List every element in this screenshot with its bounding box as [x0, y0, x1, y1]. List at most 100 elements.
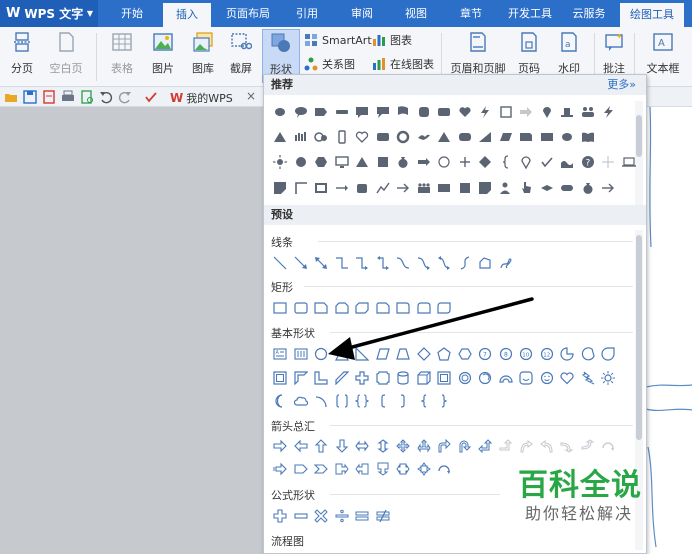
app-menu-button[interactable]: W WPS 文字 ▼: [0, 0, 98, 27]
quad-arrow-icon[interactable]: [393, 436, 414, 456]
shape-line[interactable]: [270, 253, 291, 273]
shape-audience[interactable]: [291, 127, 312, 147]
tab-drawing-tools[interactable]: 绘图工具: [620, 3, 684, 27]
print-preview-icon[interactable]: [80, 90, 94, 104]
shape-round-single-corner[interactable]: [393, 298, 414, 318]
shape-scribble[interactable]: [496, 253, 517, 273]
tab-cloud[interactable]: 云服务: [563, 0, 615, 27]
shape-donut[interactable]: [393, 127, 414, 147]
shape-block-arc[interactable]: [496, 368, 517, 388]
user-icon[interactable]: [496, 178, 517, 198]
close-tab-button[interactable]: ×: [246, 89, 256, 103]
shape-lightning-2[interactable]: [598, 102, 619, 122]
shape-triangle-2[interactable]: [434, 127, 455, 147]
smartart-button[interactable]: SmartArt: [304, 31, 372, 49]
shape-half-frame[interactable]: [537, 127, 558, 147]
blank-page-button[interactable]: 空白页: [44, 29, 88, 83]
multiply-sign-icon[interactable]: [311, 506, 332, 526]
shape-donut-basic[interactable]: [455, 368, 476, 388]
save-icon[interactable]: [23, 90, 37, 104]
shape-plaque[interactable]: [373, 368, 394, 388]
right-arrow-icon[interactable]: [270, 436, 291, 456]
equal-sign-icon[interactable]: [352, 506, 373, 526]
shape-no-symbol[interactable]: [475, 368, 496, 388]
shape-freeform[interactable]: [475, 253, 496, 273]
table-button[interactable]: 表格: [104, 29, 140, 83]
shape-left-brace[interactable]: [414, 391, 435, 411]
tab-page-layout[interactable]: 页面布局: [218, 0, 278, 27]
shape-curve[interactable]: [455, 253, 476, 273]
shape-sun[interactable]: [270, 152, 291, 172]
up-down-arrow-icon[interactable]: [373, 436, 394, 456]
shape-bird[interactable]: [414, 127, 435, 147]
shape-flat-rect[interactable]: [332, 102, 353, 122]
plus-icon[interactable]: [455, 152, 476, 172]
shape-curved-double-arrow[interactable]: [434, 253, 455, 273]
picture-button[interactable]: 图片: [144, 29, 182, 83]
shape-chord[interactable]: [578, 344, 599, 364]
shape-double-bracket[interactable]: [332, 391, 353, 411]
check-icon[interactable]: [537, 152, 558, 172]
shape-round-diagonal[interactable]: [434, 298, 455, 318]
shape-rectangle[interactable]: [270, 298, 291, 318]
shape-rounded-rect[interactable]: [434, 102, 455, 122]
shape-corner[interactable]: [291, 178, 312, 198]
shape-trend-line[interactable]: [373, 178, 394, 198]
shape-brace[interactable]: [496, 152, 517, 172]
left-arrow-callout-icon[interactable]: [352, 459, 373, 479]
shape-snip-round[interactable]: [373, 298, 394, 318]
shape-line-double-arrow[interactable]: [311, 253, 332, 273]
book-icon[interactable]: [578, 127, 599, 147]
shape-arc[interactable]: [311, 391, 332, 411]
sun-icon[interactable]: [598, 368, 619, 388]
chart-button[interactable]: 图表: [372, 31, 412, 49]
shape-cube[interactable]: [414, 368, 435, 388]
left-right-up-arrow-icon[interactable]: [414, 436, 435, 456]
tab-chapter[interactable]: 章节: [448, 0, 494, 27]
shape-rounded-tab[interactable]: [352, 178, 373, 198]
shape-oval-callout[interactable]: [291, 102, 312, 122]
shape-lightning[interactable]: [475, 102, 496, 122]
shape-key-arrow[interactable]: [414, 152, 435, 172]
shape-double-brace[interactable]: [352, 391, 373, 411]
shape-square[interactable]: [373, 152, 394, 172]
shape-square-filled[interactable]: [455, 178, 476, 198]
open-folder-icon[interactable]: [4, 90, 18, 104]
shape-cross-outline[interactable]: [598, 152, 619, 172]
down-arrow-icon[interactable]: [332, 436, 353, 456]
tab-home[interactable]: 开始: [108, 0, 156, 27]
shape-round-same-side[interactable]: [414, 298, 435, 318]
chevron-arrow-icon[interactable]: [311, 459, 332, 479]
shape-pentagon[interactable]: [434, 344, 455, 364]
tab-view[interactable]: 视图: [392, 0, 440, 27]
quick-menu-check-icon[interactable]: [144, 90, 158, 104]
redo-icon[interactable]: [118, 90, 132, 104]
shape-line-arrow[interactable]: [332, 178, 353, 198]
shape-curved-arrow[interactable]: [414, 253, 435, 273]
shape-hat[interactable]: [557, 102, 578, 122]
quad-arrow-callout-icon[interactable]: [414, 459, 435, 479]
shape-right-triangle[interactable]: [475, 127, 496, 147]
shape-circle-outline[interactable]: [434, 152, 455, 172]
shape-isosceles-triangle[interactable]: [332, 344, 353, 364]
shape-rounded-square[interactable]: [414, 102, 435, 122]
shape-dodecagon[interactable]: 12: [537, 344, 558, 364]
shape-people-group[interactable]: [414, 178, 435, 198]
relation-chart-button[interactable]: 关系图: [304, 55, 355, 73]
moon-icon[interactable]: [270, 391, 291, 411]
shape-pie[interactable]: [557, 344, 578, 364]
shape-rect-callout[interactable]: [352, 102, 373, 122]
shape-right-triangle-basic[interactable]: [352, 344, 373, 364]
shape-half-frame-basic[interactable]: [291, 368, 312, 388]
left-right-callout-icon[interactable]: [393, 459, 414, 479]
shape-heptagon[interactable]: 7: [475, 344, 496, 364]
shape-ellipse-flat[interactable]: [557, 178, 578, 198]
shape-trapezoid[interactable]: [393, 344, 414, 364]
my-wps-tab[interactable]: W 我的WPS: [170, 90, 233, 106]
shape-gear-cluster[interactable]: [311, 127, 332, 147]
shape-text-box[interactable]: A: [270, 344, 291, 364]
smiley-face-round-icon[interactable]: [537, 368, 558, 388]
cloud-icon[interactable]: [291, 391, 312, 411]
shape-diamond-flat[interactable]: [537, 178, 558, 198]
shape-parallelogram-basic[interactable]: [373, 344, 394, 364]
